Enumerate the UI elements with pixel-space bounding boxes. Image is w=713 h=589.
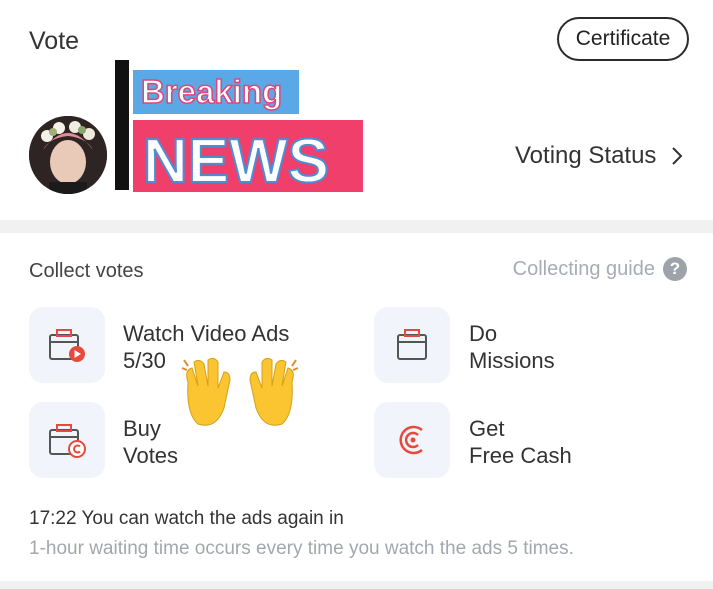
buy-votes-label: Buy Votes — [123, 415, 178, 469]
page-title: Vote — [29, 27, 80, 55]
get-free-cash-line1: Get — [469, 416, 505, 441]
avatar[interactable] — [29, 116, 107, 194]
watch-video-ads-title: Watch Video Ads — [123, 321, 290, 346]
get-free-cash-button[interactable] — [374, 402, 450, 478]
breaking-news-sticker: Breaking NEWS — [113, 58, 365, 197]
collect-votes-heading: Collect votes — [29, 260, 144, 282]
watch-video-ads-button[interactable] — [29, 307, 105, 383]
buy-votes-button[interactable] — [29, 402, 105, 478]
buy-votes-icon — [49, 424, 86, 458]
ads-waiting-note: 1-hour waiting time occurs every time yo… — [29, 538, 574, 559]
get-free-cash-label: Get Free Cash — [469, 415, 572, 469]
section-divider — [0, 220, 713, 233]
video-ad-icon — [49, 329, 85, 362]
voting-status-link[interactable]: Voting Status — [515, 141, 688, 171]
certificate-button[interactable]: Certificate — [557, 17, 689, 61]
collecting-guide-label: Collecting guide — [512, 257, 655, 280]
avatar-image — [29, 116, 107, 194]
collecting-guide-link[interactable]: Collecting guide ? — [513, 257, 687, 281]
do-missions-line1: Do — [469, 321, 498, 346]
ads-timer-text: 17:22 You can watch the ads again in — [29, 508, 344, 529]
voting-status-label: Voting Status — [515, 142, 657, 169]
sticker-line1: Breaking — [141, 73, 282, 110]
free-cash-icon — [399, 425, 423, 455]
bottom-divider — [0, 581, 713, 589]
help-icon: ? — [663, 257, 687, 281]
buy-votes-line1: Buy — [123, 416, 161, 441]
raised-hands-icon — [181, 357, 299, 426]
do-missions-button[interactable] — [374, 307, 450, 383]
buy-votes-line2: Votes — [123, 443, 179, 468]
chevron-right-icon — [672, 147, 683, 165]
do-missions-line2: Missions — [469, 348, 555, 373]
sticker-line2: NEWS — [143, 127, 329, 196]
get-free-cash-line2: Free Cash — [469, 443, 572, 468]
do-missions-label: Do Missions — [469, 320, 555, 374]
missions-icon — [397, 329, 427, 360]
header-section: Vote Certificate Breaking NEWS Voting St… — [0, 0, 713, 220]
